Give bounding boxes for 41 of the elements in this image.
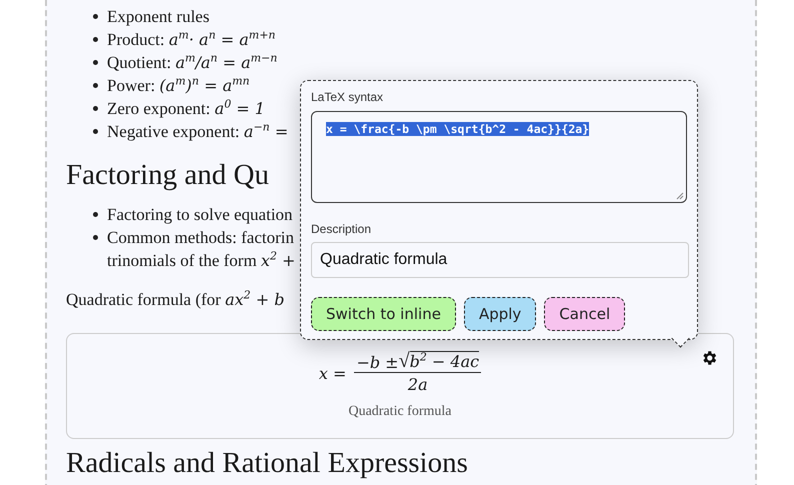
math-expression: a$^{m}$/a$^{n}$ = a$^{m−n}$ bbox=[175, 53, 278, 72]
math-expression: x$^{2}$ + bbox=[260, 251, 296, 270]
radicand-text: b$^{2}$ − 4ac bbox=[410, 351, 480, 372]
math-expression: (a$^{m}$)$^{n}$ = a$^{mn}$ bbox=[159, 76, 250, 95]
bullet-icon bbox=[93, 212, 98, 217]
field-label: LaTeX syntax bbox=[311, 89, 384, 105]
resize-handle-icon[interactable] bbox=[676, 192, 684, 200]
bullet-icon bbox=[93, 235, 98, 240]
math-expression: a$^{0}$ = 1 bbox=[214, 99, 265, 118]
bullet-icon bbox=[93, 37, 98, 42]
list-item-text: Common methods: factorin bbox=[107, 228, 294, 247]
formula-caption: Quadratic formula bbox=[348, 404, 452, 420]
list-item-text: Quotient: bbox=[107, 53, 172, 72]
math-expression: a$^{m}$· a$^{n}$ = a$^{m+n}$ bbox=[168, 30, 276, 49]
list-item-text: Power: bbox=[107, 76, 156, 95]
bullet-icon bbox=[93, 60, 98, 65]
section-heading: Factoring and Qu bbox=[66, 158, 269, 193]
paragraph-text: Quadratic formula (for bbox=[66, 290, 222, 309]
list-item-text: Negative exponent: bbox=[107, 122, 241, 141]
action-button[interactable]: Switch to inline bbox=[311, 297, 456, 331]
bullet-icon bbox=[93, 129, 98, 134]
list-item-text: Product: bbox=[107, 30, 166, 49]
numerator-text: −b ± bbox=[356, 353, 399, 372]
denominator-text: 2a bbox=[408, 374, 428, 396]
action-button[interactable]: Cancel bbox=[544, 297, 626, 331]
description-field[interactable]: Quadratic formula bbox=[311, 242, 689, 278]
list-item-text: Factoring to solve equation bbox=[107, 205, 293, 224]
list-item-text: Exponent rules bbox=[107, 7, 210, 26]
bullet-icon bbox=[93, 106, 98, 111]
bullet-icon bbox=[93, 14, 98, 19]
bullet-icon bbox=[93, 83, 98, 88]
section-heading: Radicals and Rational Expressions bbox=[66, 446, 468, 481]
math-expression: ax$^{2}$ + b bbox=[225, 290, 284, 309]
list-item-text: Zero exponent: bbox=[107, 99, 212, 118]
math-expression: a$^{−n}$ = bbox=[244, 122, 288, 141]
action-button[interactable]: Apply bbox=[464, 297, 536, 331]
field-label: Description bbox=[311, 221, 372, 237]
math-expression: x = bbox=[318, 364, 346, 383]
radical-sign: √ bbox=[398, 350, 410, 372]
latex-field[interactable]: x = \frac{-b \pm \sqrt{b^2 - 4ac}}{2a} bbox=[311, 111, 687, 203]
list-item-text: trinomials of the form bbox=[107, 251, 258, 270]
